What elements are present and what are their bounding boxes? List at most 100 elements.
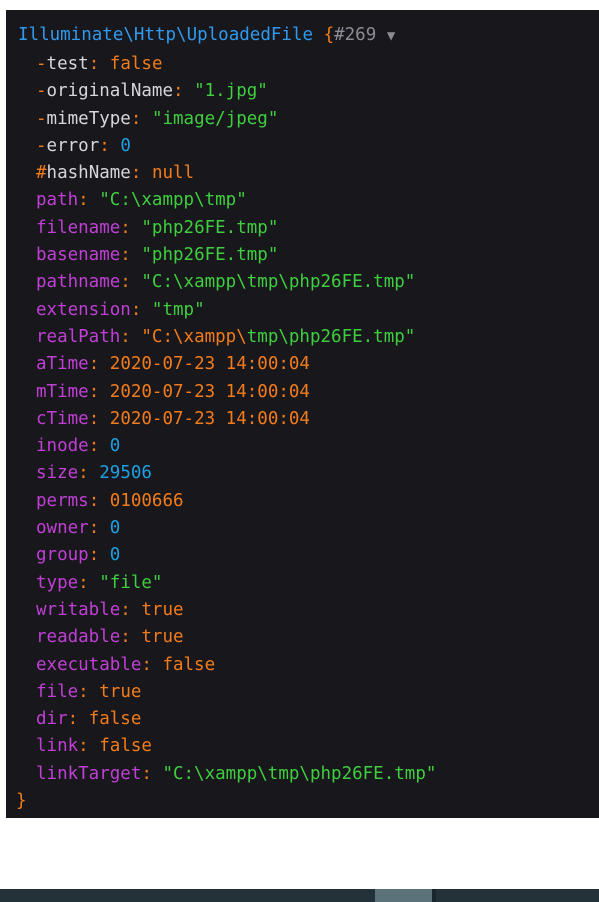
value-spacer (131, 327, 142, 347)
property-key: error (46, 135, 100, 156)
value-spacer (99, 491, 110, 511)
property-colon: : (130, 108, 142, 129)
dump-property-row: link: false (16, 733, 599, 760)
value-spacer (131, 218, 142, 238)
property-value: 0 (109, 518, 121, 539)
dump-property-list: -test: false -originalName: "1.jpg" -mimeT… (16, 51, 599, 788)
value-spacer (89, 682, 100, 702)
dump-property-row: -mimeType: "image/jpeg" (16, 106, 599, 133)
scrollbar-divider (432, 889, 436, 902)
property-value: null (151, 163, 195, 184)
property-colon: : (78, 681, 89, 702)
value-spacer (141, 300, 152, 320)
dump-property-row: readable: true (16, 624, 599, 651)
property-key: basename (36, 245, 121, 266)
property-colon: : (88, 381, 100, 402)
dump-property-row: dir: false (16, 706, 599, 733)
property-colon: : (88, 54, 100, 74)
property-value: false (88, 709, 142, 730)
dump-property-row: aTime: 2020-07-23 14:00:04 (16, 351, 599, 378)
dump-property-row: realPath: "C:\xampp\tmp\php26FE.tmp" (16, 324, 599, 351)
property-key: cTime (36, 408, 89, 429)
dump-property-row: perms: 0100666 (16, 488, 599, 515)
property-colon: : (88, 408, 100, 429)
value-spacer (131, 272, 142, 292)
chevron-down-icon[interactable]: ▼ (387, 28, 395, 44)
dump-property-row: -error: 0 (16, 133, 599, 160)
value-spacer (89, 190, 100, 210)
property-value: "C:\xampp\tmp" (99, 190, 247, 211)
property-colon: : (78, 190, 89, 211)
property-value: "C:\xampp\tmp\php26FE.tmp" (162, 763, 437, 784)
horizontal-scrollbar-thumb[interactable] (375, 889, 432, 902)
dump-class-name: Illuminate\Http\UploadedFile (18, 25, 314, 45)
dump-property-row: type: "file" (16, 570, 599, 597)
property-colon: : (120, 599, 131, 620)
private-sigil: - (36, 108, 47, 129)
property-value: false (109, 54, 163, 74)
value-spacer (131, 627, 142, 647)
property-colon: : (120, 217, 131, 238)
property-value: "tmp" (151, 299, 205, 320)
property-value: true (99, 681, 142, 702)
var-dump-panel: Illuminate\Http\UploadedFile {#269 ▼ -te… (6, 10, 599, 818)
property-key: extension (36, 299, 131, 320)
value-spacer (110, 136, 121, 156)
value-spacer (99, 54, 110, 74)
private-sigil: - (36, 135, 47, 156)
property-value: 0 (120, 135, 131, 156)
property-key: hashName (46, 163, 131, 184)
value-spacer (131, 600, 142, 620)
property-key: mimeType (46, 108, 131, 129)
private-sigil: - (36, 81, 47, 102)
property-colon: : (120, 245, 131, 266)
value-spacer (99, 436, 110, 456)
dump-property-row: filename: "php26FE.tmp" (16, 215, 599, 242)
value-spacer (99, 354, 110, 374)
value-spacer (99, 545, 110, 565)
property-colon: : (88, 354, 100, 375)
property-colon: : (78, 736, 89, 757)
property-colon: : (130, 299, 142, 320)
property-key: writable (36, 599, 121, 620)
private-sigil: - (36, 54, 47, 74)
dump-object-id: #269 (334, 25, 377, 45)
property-value: true (141, 627, 184, 648)
horizontal-scrollbar-track[interactable] (0, 889, 599, 902)
property-value: 2020-07-23 14:00:04 (109, 381, 310, 402)
property-colon: : (120, 326, 131, 347)
property-colon: : (88, 518, 100, 539)
property-colon: : (130, 163, 142, 184)
property-key: test (46, 54, 89, 74)
dump-property-row: extension: "tmp" (16, 297, 599, 324)
property-value: false (99, 736, 152, 757)
property-value-highlight: "C:\xampp\ (141, 326, 247, 347)
property-colon: : (88, 436, 100, 457)
property-colon: : (99, 135, 110, 156)
dump-property-row: -originalName: "1.jpg" (16, 78, 599, 105)
property-colon: : (88, 545, 100, 566)
property-colon: : (120, 272, 131, 293)
property-key: path (36, 190, 79, 211)
dump-property-row: linkTarget: "C:\xampp\tmp\php26FE.tmp" (16, 761, 599, 788)
property-key: filename (36, 217, 121, 238)
value-spacer (99, 518, 110, 538)
dump-property-row: group: 0 (16, 542, 599, 569)
dump-open-brace: { (323, 25, 335, 45)
property-value: 2020-07-23 14:00:04 (109, 354, 310, 375)
dump-property-row: cTime: 2020-07-23 14:00:04 (16, 406, 599, 433)
dump-property-row: size: 29506 (16, 460, 599, 487)
value-spacer (141, 109, 152, 129)
dump-object-header[interactable]: Illuminate\Http\UploadedFile {#269 ▼ (16, 21, 599, 51)
property-value: "php26FE.tmp" (141, 217, 279, 238)
value-spacer (99, 382, 110, 402)
value-spacer (152, 655, 163, 675)
dump-close-brace-line: } (16, 788, 599, 815)
property-value: "C:\xampp\tmp\php26FE.tmp" (141, 272, 416, 293)
property-value: "file" (99, 572, 163, 593)
value-spacer (152, 764, 163, 784)
property-key: pathname (36, 272, 121, 293)
dump-property-row: file: true (16, 679, 599, 706)
property-key: inode (36, 436, 89, 457)
property-key: size (36, 463, 79, 484)
